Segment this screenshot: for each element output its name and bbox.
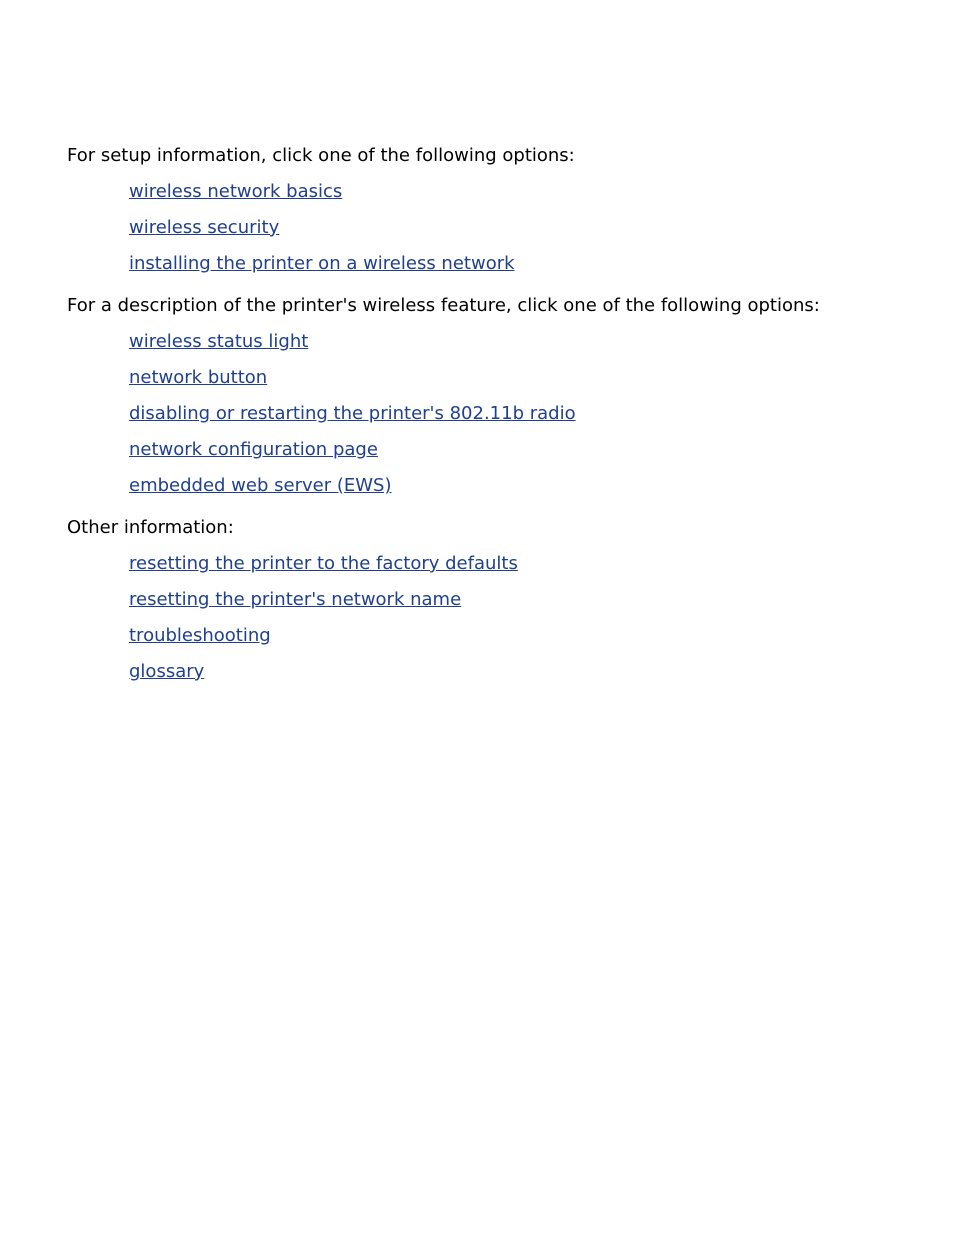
feature-intro: For a description of the printer's wirel… [67,295,820,316]
document-body: For setup information, click one of the … [67,145,947,703]
link-glossary[interactable]: glossary [129,661,204,682]
other-section: Other information: resetting the printer… [67,517,947,683]
link-reset-factory-defaults[interactable]: resetting the printer to the factory def… [129,553,518,574]
setup-links: wireless network basics wireless securit… [67,167,947,275]
link-installing-printer-wireless[interactable]: installing the printer on a wireless net… [129,253,515,274]
setup-section: For setup information, click one of the … [67,145,947,275]
other-intro: Other information: [67,517,234,538]
link-embedded-web-server[interactable]: embedded web server (EWS) [129,475,391,496]
link-wireless-network-basics[interactable]: wireless network basics [129,181,342,202]
link-wireless-status-light[interactable]: wireless status light [129,331,308,352]
feature-section: For a description of the printer's wirel… [67,295,947,497]
other-links: resetting the printer to the factory def… [67,539,947,683]
link-disabling-radio[interactable]: disabling or restarting the printer's 80… [129,403,576,424]
setup-intro: For setup information, click one of the … [67,145,575,166]
link-wireless-security[interactable]: wireless security [129,217,279,238]
feature-links: wireless status light network button dis… [67,317,947,497]
link-network-configuration-page[interactable]: network configuration page [129,439,378,460]
link-reset-network-name[interactable]: resetting the printer's network name [129,589,461,610]
link-network-button[interactable]: network button [129,367,267,388]
link-troubleshooting[interactable]: troubleshooting [129,625,271,646]
